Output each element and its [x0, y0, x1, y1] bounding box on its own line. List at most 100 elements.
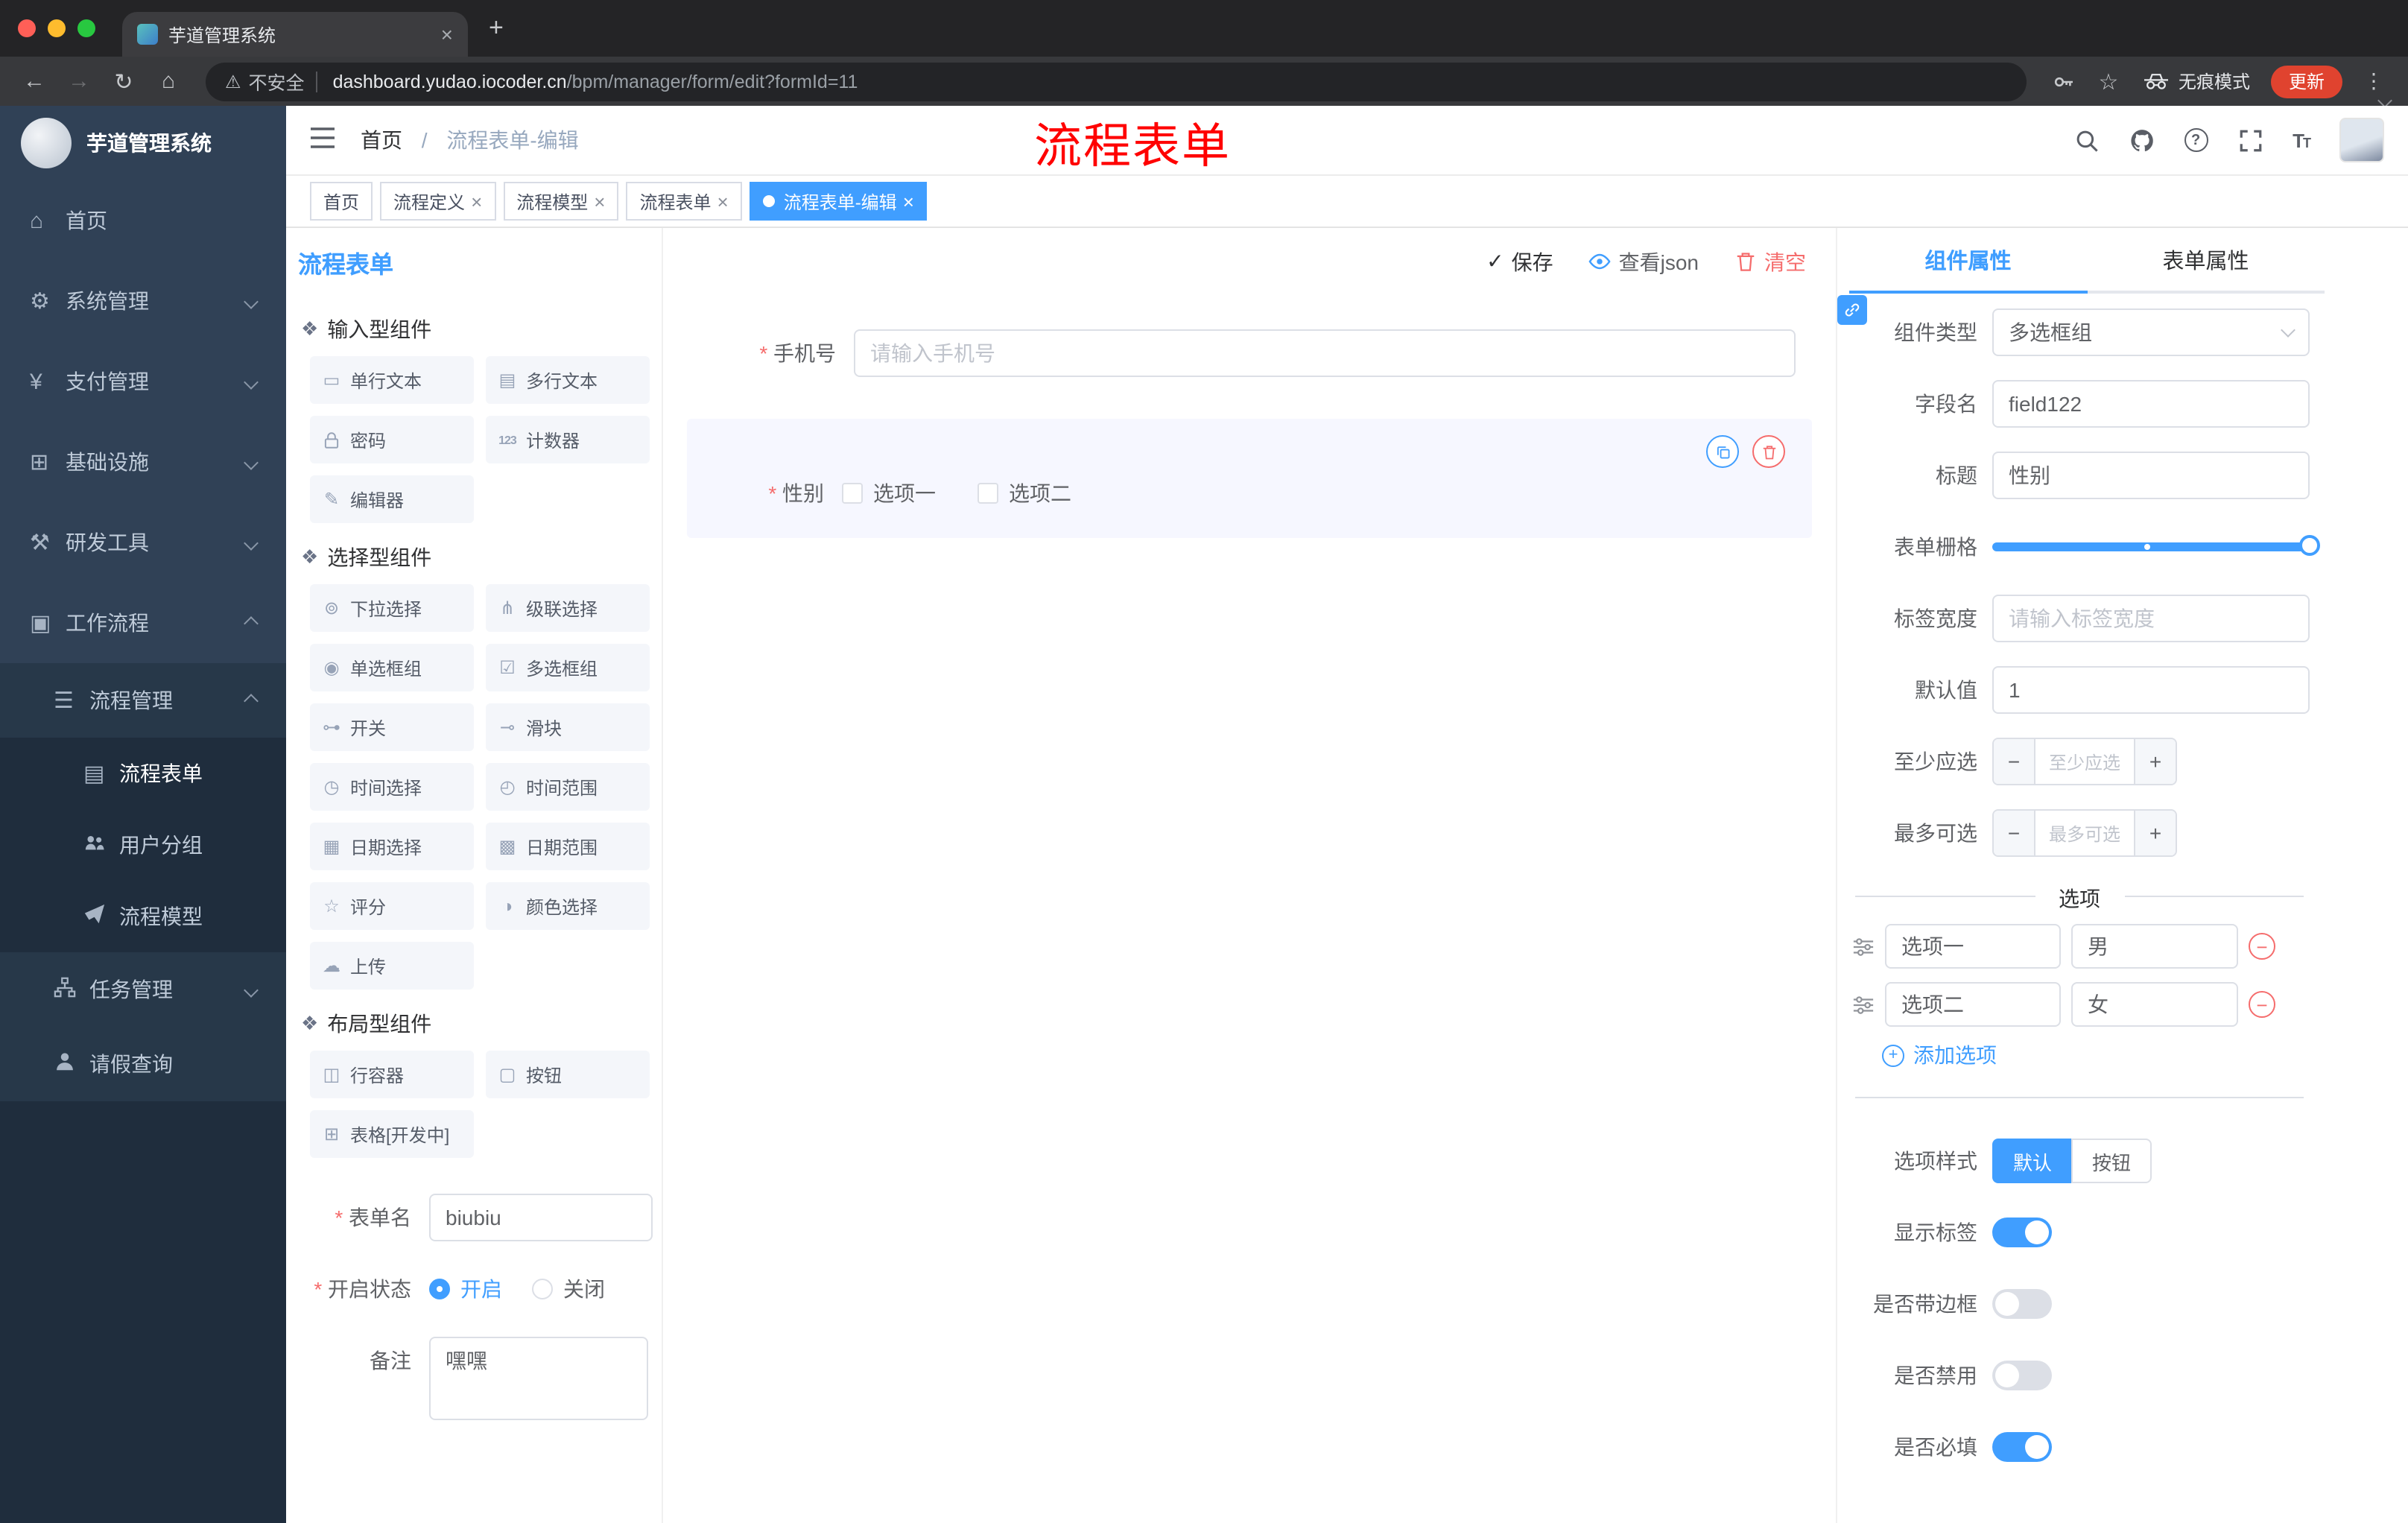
search-icon[interactable] — [2073, 127, 2099, 153]
address-bar[interactable]: ⚠ 不安全 dashboard.yudao.iocoder.cn/bpm/man… — [206, 62, 2027, 101]
palette-item-row-container[interactable]: ◫ 行容器 — [310, 1051, 474, 1098]
style-button-button[interactable]: 按钮 — [2071, 1139, 2152, 1183]
option-value-input[interactable] — [2071, 924, 2238, 969]
option-label-input[interactable] — [1885, 924, 2061, 969]
fullscreen-icon[interactable] — [2237, 127, 2263, 153]
decrement-button[interactable]: − — [1994, 811, 2035, 855]
tag-process-model[interactable]: 流程模型 × — [503, 182, 619, 221]
link-badge[interactable] — [1837, 295, 1867, 325]
palette-item-color-picker[interactable]: ◑ 颜色选择 — [486, 882, 650, 930]
palette-item-rate[interactable]: ☆ 评分 — [310, 882, 474, 930]
border-toggle[interactable] — [1992, 1289, 2052, 1319]
tag-close-icon[interactable]: × — [471, 190, 482, 212]
min-select-value[interactable]: 至少应选 — [2035, 739, 2134, 784]
default-value-input[interactable] — [1992, 666, 2310, 714]
sidebar-item-process-model[interactable]: 流程模型 — [0, 881, 286, 952]
save-button[interactable]: ✓ 保存 — [1486, 247, 1553, 276]
home-button[interactable]: ⌂ — [149, 62, 188, 101]
tab-component-props[interactable]: 组件属性 — [1849, 228, 2087, 294]
sidebar-item-payment-management[interactable]: ¥ 支付管理 — [0, 341, 286, 422]
component-type-select[interactable]: 多选框组 — [1992, 308, 2310, 356]
sidebar-item-process-form[interactable]: ▤ 流程表单 — [0, 738, 286, 809]
sidebar-item-process-management[interactable]: ☰ 流程管理 — [0, 663, 286, 738]
sidebar-item-task-management[interactable]: 任务管理 — [0, 952, 286, 1027]
form-name-input[interactable] — [429, 1194, 653, 1241]
window-minimize-button[interactable] — [48, 19, 66, 37]
phone-input[interactable] — [854, 329, 1796, 377]
tag-process-form-edit[interactable]: 流程表单-编辑 × — [749, 182, 928, 221]
browser-menu-icon[interactable]: ⋮ — [2354, 62, 2393, 101]
slider-handle[interactable] — [2299, 535, 2320, 556]
sidebar-item-leave-query[interactable]: 请假查询 — [0, 1027, 286, 1101]
max-select-value[interactable]: 最多可选 — [2035, 811, 2134, 855]
canvas-field-gender-selected[interactable]: 性别 选项一 选项二 — [687, 419, 1812, 538]
sidebar-collapse-icon[interactable] — [308, 125, 337, 155]
radio-open[interactable]: 开启 — [429, 1274, 502, 1304]
browser-tab[interactable]: 芋道管理系统 × — [122, 12, 468, 57]
user-avatar[interactable] — [2339, 118, 2384, 162]
decrement-button[interactable]: − — [1994, 739, 2035, 784]
increment-button[interactable]: + — [2134, 739, 2176, 784]
palette-item-date-range[interactable]: ▩ 日期范围 — [486, 823, 650, 870]
canvas-field-phone[interactable]: 手机号 — [687, 329, 1796, 377]
checkbox-icon[interactable] — [978, 483, 998, 504]
remove-option-button[interactable]: − — [2249, 933, 2275, 960]
help-icon[interactable]: ? — [2184, 128, 2208, 152]
palette-item-radio-group[interactable]: ◉ 单选框组 — [310, 644, 474, 691]
copy-component-button[interactable] — [1706, 435, 1739, 468]
reload-button[interactable]: ↻ — [104, 62, 143, 101]
clear-button[interactable]: 清空 — [1734, 247, 1806, 276]
label-width-input[interactable] — [1992, 595, 2310, 642]
palette-item-select[interactable]: ⊚ 下拉选择 — [310, 584, 474, 632]
delete-component-button[interactable] — [1752, 435, 1785, 468]
sidebar-item-workflow[interactable]: ▣ 工作流程 — [0, 583, 286, 663]
sidebar-item-rd-tools[interactable]: ⚒ 研发工具 — [0, 502, 286, 583]
sidebar-item-home[interactable]: ⌂ 首页 — [0, 180, 286, 261]
tag-process-form[interactable]: 流程表单 × — [626, 182, 742, 221]
bookmark-star-icon[interactable]: ☆ — [2089, 62, 2128, 101]
gender-option-2[interactable]: 选项二 — [978, 478, 1071, 508]
palette-item-slider[interactable]: ⊸ 滑块 — [486, 703, 650, 751]
sidebar-item-system-management[interactable]: ⚙ 系统管理 — [0, 261, 286, 341]
breadcrumb-home[interactable]: 首页 — [361, 128, 402, 152]
palette-item-table[interactable]: ⊞ 表格[开发中] — [310, 1110, 474, 1158]
radio-closed[interactable]: 关闭 — [532, 1274, 605, 1304]
palette-item-time-range[interactable]: ◴ 时间范围 — [486, 763, 650, 811]
password-key-icon[interactable] — [2044, 62, 2083, 101]
update-button[interactable]: 更新 — [2270, 65, 2342, 98]
palette-item-multi-line-text[interactable]: ▤ 多行文本 — [486, 356, 650, 404]
tag-home[interactable]: 首页 — [310, 182, 373, 221]
github-icon[interactable] — [2129, 127, 2154, 153]
palette-item-counter[interactable]: 123 计数器 — [486, 416, 650, 463]
field-name-input[interactable] — [1992, 380, 2310, 428]
forward-button[interactable]: → — [60, 62, 98, 101]
slider-track[interactable] — [1992, 535, 2320, 556]
tag-close-icon[interactable]: × — [717, 190, 729, 212]
palette-item-upload[interactable]: ☁ 上传 — [310, 942, 474, 990]
tab-form-props[interactable]: 表单属性 — [2087, 228, 2325, 291]
font-size-icon[interactable]: TT — [2293, 129, 2311, 151]
new-tab-button[interactable]: + — [489, 13, 504, 43]
increment-button[interactable]: + — [2134, 811, 2176, 855]
show-label-toggle[interactable] — [1992, 1218, 2052, 1247]
title-input[interactable] — [1992, 452, 2310, 499]
view-json-button[interactable]: 查看json — [1589, 247, 1699, 276]
checkbox-icon[interactable] — [842, 483, 863, 504]
tab-close-icon[interactable]: × — [441, 22, 453, 46]
form-remark-textarea[interactable]: 嘿嘿 — [429, 1337, 648, 1420]
palette-item-checkbox-group[interactable]: ☑ 多选框组 — [486, 644, 650, 691]
grid-slider[interactable] — [1992, 523, 2320, 571]
palette-item-editor[interactable]: ✎ 编辑器 — [310, 475, 474, 523]
palette-item-switch[interactable]: ⊶ 开关 — [310, 703, 474, 751]
sidebar-item-infrastructure[interactable]: ⊞ 基础设施 — [0, 422, 286, 502]
window-zoom-button[interactable] — [77, 19, 95, 37]
drag-handle-icon[interactable] — [1852, 935, 1875, 957]
palette-item-time-picker[interactable]: ◷ 时间选择 — [310, 763, 474, 811]
window-close-button[interactable] — [18, 19, 36, 37]
remove-option-button[interactable]: − — [2249, 991, 2275, 1018]
palette-item-date-picker[interactable]: ▦ 日期选择 — [310, 823, 474, 870]
add-option-button[interactable]: + 添加选项 — [1882, 1040, 2310, 1070]
tag-close-icon[interactable]: × — [903, 190, 914, 212]
gender-option-1[interactable]: 选项一 — [842, 478, 936, 508]
palette-item-cascader[interactable]: ⋔ 级联选择 — [486, 584, 650, 632]
